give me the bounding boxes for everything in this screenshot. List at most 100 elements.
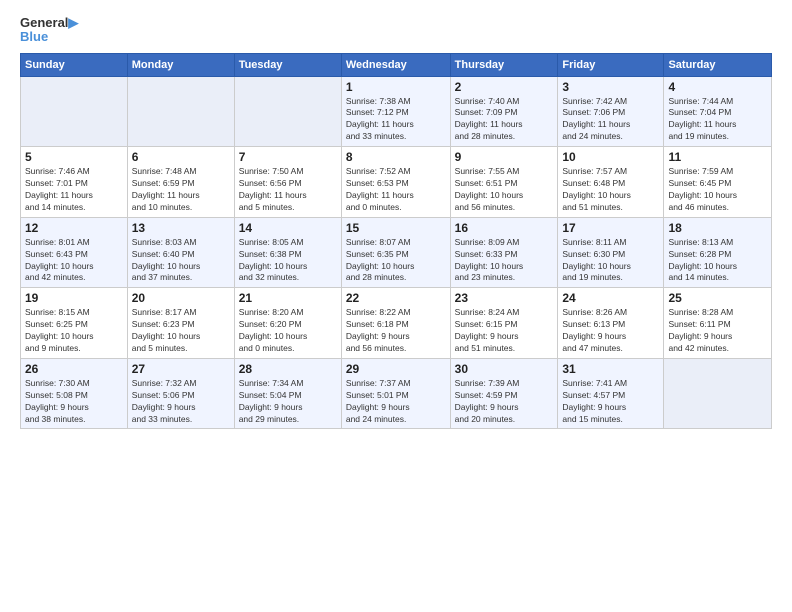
day-info: Sunrise: 8:09 AM Sunset: 6:33 PM Dayligh… [455, 237, 554, 285]
day-info: Sunrise: 7:37 AM Sunset: 5:01 PM Dayligh… [346, 378, 446, 426]
day-info: Sunrise: 7:39 AM Sunset: 4:59 PM Dayligh… [455, 378, 554, 426]
day-info: Sunrise: 8:05 AM Sunset: 6:38 PM Dayligh… [239, 237, 337, 285]
calendar-day-cell: 27 Sunrise: 7:32 AM Sunset: 5:06 PM Dayli… [127, 358, 234, 429]
day-info: Sunrise: 7:52 AM Sunset: 6:53 PM Dayligh… [346, 166, 446, 214]
day-number: 2 [455, 80, 554, 94]
day-number: 3 [562, 80, 659, 94]
day-number: 17 [562, 221, 659, 235]
calendar-day-cell: 22 Sunrise: 8:22 AM Sunset: 6:18 PM Dayli… [341, 288, 450, 359]
calendar-day-cell: 29 Sunrise: 7:37 AM Sunset: 5:01 PM Dayli… [341, 358, 450, 429]
day-number: 22 [346, 291, 446, 305]
day-number: 23 [455, 291, 554, 305]
day-info: Sunrise: 8:11 AM Sunset: 6:30 PM Dayligh… [562, 237, 659, 285]
day-number: 21 [239, 291, 337, 305]
calendar-day-cell: 17 Sunrise: 8:11 AM Sunset: 6:30 PM Dayli… [558, 217, 664, 288]
day-info: Sunrise: 8:13 AM Sunset: 6:28 PM Dayligh… [668, 237, 767, 285]
calendar-day-cell [127, 76, 234, 147]
day-info: Sunrise: 8:20 AM Sunset: 6:20 PM Dayligh… [239, 307, 337, 355]
calendar-week-row: 1 Sunrise: 7:38 AM Sunset: 7:12 PM Daylig… [21, 76, 772, 147]
calendar-day-cell [234, 76, 341, 147]
day-info: Sunrise: 8:07 AM Sunset: 6:35 PM Dayligh… [346, 237, 446, 285]
weekday-header: Saturday [664, 53, 772, 76]
day-info: Sunrise: 8:01 AM Sunset: 6:43 PM Dayligh… [25, 237, 123, 285]
calendar-day-cell: 31 Sunrise: 7:41 AM Sunset: 4:57 PM Dayli… [558, 358, 664, 429]
day-info: Sunrise: 8:17 AM Sunset: 6:23 PM Dayligh… [132, 307, 230, 355]
day-number: 19 [25, 291, 123, 305]
calendar-day-cell: 24 Sunrise: 8:26 AM Sunset: 6:13 PM Dayli… [558, 288, 664, 359]
day-number: 9 [455, 150, 554, 164]
calendar-week-row: 12 Sunrise: 8:01 AM Sunset: 6:43 PM Dayli… [21, 217, 772, 288]
day-info: Sunrise: 7:48 AM Sunset: 6:59 PM Dayligh… [132, 166, 230, 214]
calendar-day-cell: 10 Sunrise: 7:57 AM Sunset: 6:48 PM Dayli… [558, 147, 664, 218]
day-number: 27 [132, 362, 230, 376]
day-number: 18 [668, 221, 767, 235]
weekday-header: Wednesday [341, 53, 450, 76]
page: General▶ Blue SundayMondayTuesdayWednesd… [0, 0, 792, 612]
logo-general: General▶ [20, 16, 78, 30]
day-number: 10 [562, 150, 659, 164]
calendar-week-row: 26 Sunrise: 7:30 AM Sunset: 5:08 PM Dayli… [21, 358, 772, 429]
calendar-day-cell: 9 Sunrise: 7:55 AM Sunset: 6:51 PM Daylig… [450, 147, 558, 218]
weekday-header-row: SundayMondayTuesdayWednesdayThursdayFrid… [21, 53, 772, 76]
day-number: 28 [239, 362, 337, 376]
calendar-day-cell: 11 Sunrise: 7:59 AM Sunset: 6:45 PM Dayli… [664, 147, 772, 218]
calendar-day-cell: 15Sunrise: 8:07 AM Sunset: 6:35 PM Dayli… [341, 217, 450, 288]
calendar-day-cell: 7 Sunrise: 7:50 AM Sunset: 6:56 PM Daylig… [234, 147, 341, 218]
day-info: Sunrise: 7:44 AM Sunset: 7:04 PM Dayligh… [668, 96, 767, 144]
calendar-week-row: 5 Sunrise: 7:46 AM Sunset: 7:01 PM Daylig… [21, 147, 772, 218]
day-info: Sunrise: 7:34 AM Sunset: 5:04 PM Dayligh… [239, 378, 337, 426]
day-info: Sunrise: 7:38 AM Sunset: 7:12 PM Dayligh… [346, 96, 446, 144]
day-info: Sunrise: 7:50 AM Sunset: 6:56 PM Dayligh… [239, 166, 337, 214]
day-info: Sunrise: 7:41 AM Sunset: 4:57 PM Dayligh… [562, 378, 659, 426]
day-number: 8 [346, 150, 446, 164]
day-info: Sunrise: 7:46 AM Sunset: 7:01 PM Dayligh… [25, 166, 123, 214]
day-info: Sunrise: 7:57 AM Sunset: 6:48 PM Dayligh… [562, 166, 659, 214]
day-info: Sunrise: 8:15 AM Sunset: 6:25 PM Dayligh… [25, 307, 123, 355]
day-info: Sunrise: 7:30 AM Sunset: 5:08 PM Dayligh… [25, 378, 123, 426]
calendar-day-cell: 18 Sunrise: 8:13 AM Sunset: 6:28 PM Dayli… [664, 217, 772, 288]
day-number: 1 [346, 80, 446, 94]
day-info: Sunrise: 8:03 AM Sunset: 6:40 PM Dayligh… [132, 237, 230, 285]
logo-blue: Blue [20, 30, 78, 44]
day-info: Sunrise: 7:55 AM Sunset: 6:51 PM Dayligh… [455, 166, 554, 214]
day-number: 20 [132, 291, 230, 305]
day-number: 16 [455, 221, 554, 235]
weekday-header: Monday [127, 53, 234, 76]
day-number: 12 [25, 221, 123, 235]
day-number: 6 [132, 150, 230, 164]
calendar-day-cell: 1 Sunrise: 7:38 AM Sunset: 7:12 PM Daylig… [341, 76, 450, 147]
logo: General▶ Blue [20, 16, 78, 45]
day-number: 24 [562, 291, 659, 305]
header: General▶ Blue [20, 16, 772, 45]
day-number: 7 [239, 150, 337, 164]
calendar-day-cell: 5 Sunrise: 7:46 AM Sunset: 7:01 PM Daylig… [21, 147, 128, 218]
day-info: Sunrise: 7:42 AM Sunset: 7:06 PM Dayligh… [562, 96, 659, 144]
calendar-day-cell [21, 76, 128, 147]
calendar-day-cell: 19 Sunrise: 8:15 AM Sunset: 6:25 PM Dayli… [21, 288, 128, 359]
calendar-day-cell: 2Sunrise: 7:40 AM Sunset: 7:09 PM Daylig… [450, 76, 558, 147]
day-number: 30 [455, 362, 554, 376]
day-info: Sunrise: 7:59 AM Sunset: 6:45 PM Dayligh… [668, 166, 767, 214]
calendar-week-row: 19 Sunrise: 8:15 AM Sunset: 6:25 PM Dayli… [21, 288, 772, 359]
calendar-day-cell: 25Sunrise: 8:28 AM Sunset: 6:11 PM Dayli… [664, 288, 772, 359]
calendar-day-cell: 21 Sunrise: 8:20 AM Sunset: 6:20 PM Dayli… [234, 288, 341, 359]
calendar-day-cell: 6 Sunrise: 7:48 AM Sunset: 6:59 PM Daylig… [127, 147, 234, 218]
day-number: 5 [25, 150, 123, 164]
calendar-day-cell: 26 Sunrise: 7:30 AM Sunset: 5:08 PM Dayli… [21, 358, 128, 429]
day-info: Sunrise: 8:22 AM Sunset: 6:18 PM Dayligh… [346, 307, 446, 355]
day-number: 29 [346, 362, 446, 376]
day-number: 4 [668, 80, 767, 94]
day-number: 11 [668, 150, 767, 164]
calendar-day-cell: 23Sunrise: 8:24 AM Sunset: 6:15 PM Dayli… [450, 288, 558, 359]
logo-container: General▶ Blue [20, 16, 78, 45]
day-number: 26 [25, 362, 123, 376]
calendar-day-cell: 14Sunrise: 8:05 AM Sunset: 6:38 PM Dayli… [234, 217, 341, 288]
calendar-day-cell: 20 Sunrise: 8:17 AM Sunset: 6:23 PM Dayli… [127, 288, 234, 359]
calendar-day-cell: 4 Sunrise: 7:44 AM Sunset: 7:04 PM Daylig… [664, 76, 772, 147]
day-info: Sunrise: 8:26 AM Sunset: 6:13 PM Dayligh… [562, 307, 659, 355]
weekday-header: Thursday [450, 53, 558, 76]
day-info: Sunrise: 7:32 AM Sunset: 5:06 PM Dayligh… [132, 378, 230, 426]
day-number: 31 [562, 362, 659, 376]
day-number: 13 [132, 221, 230, 235]
weekday-header: Tuesday [234, 53, 341, 76]
